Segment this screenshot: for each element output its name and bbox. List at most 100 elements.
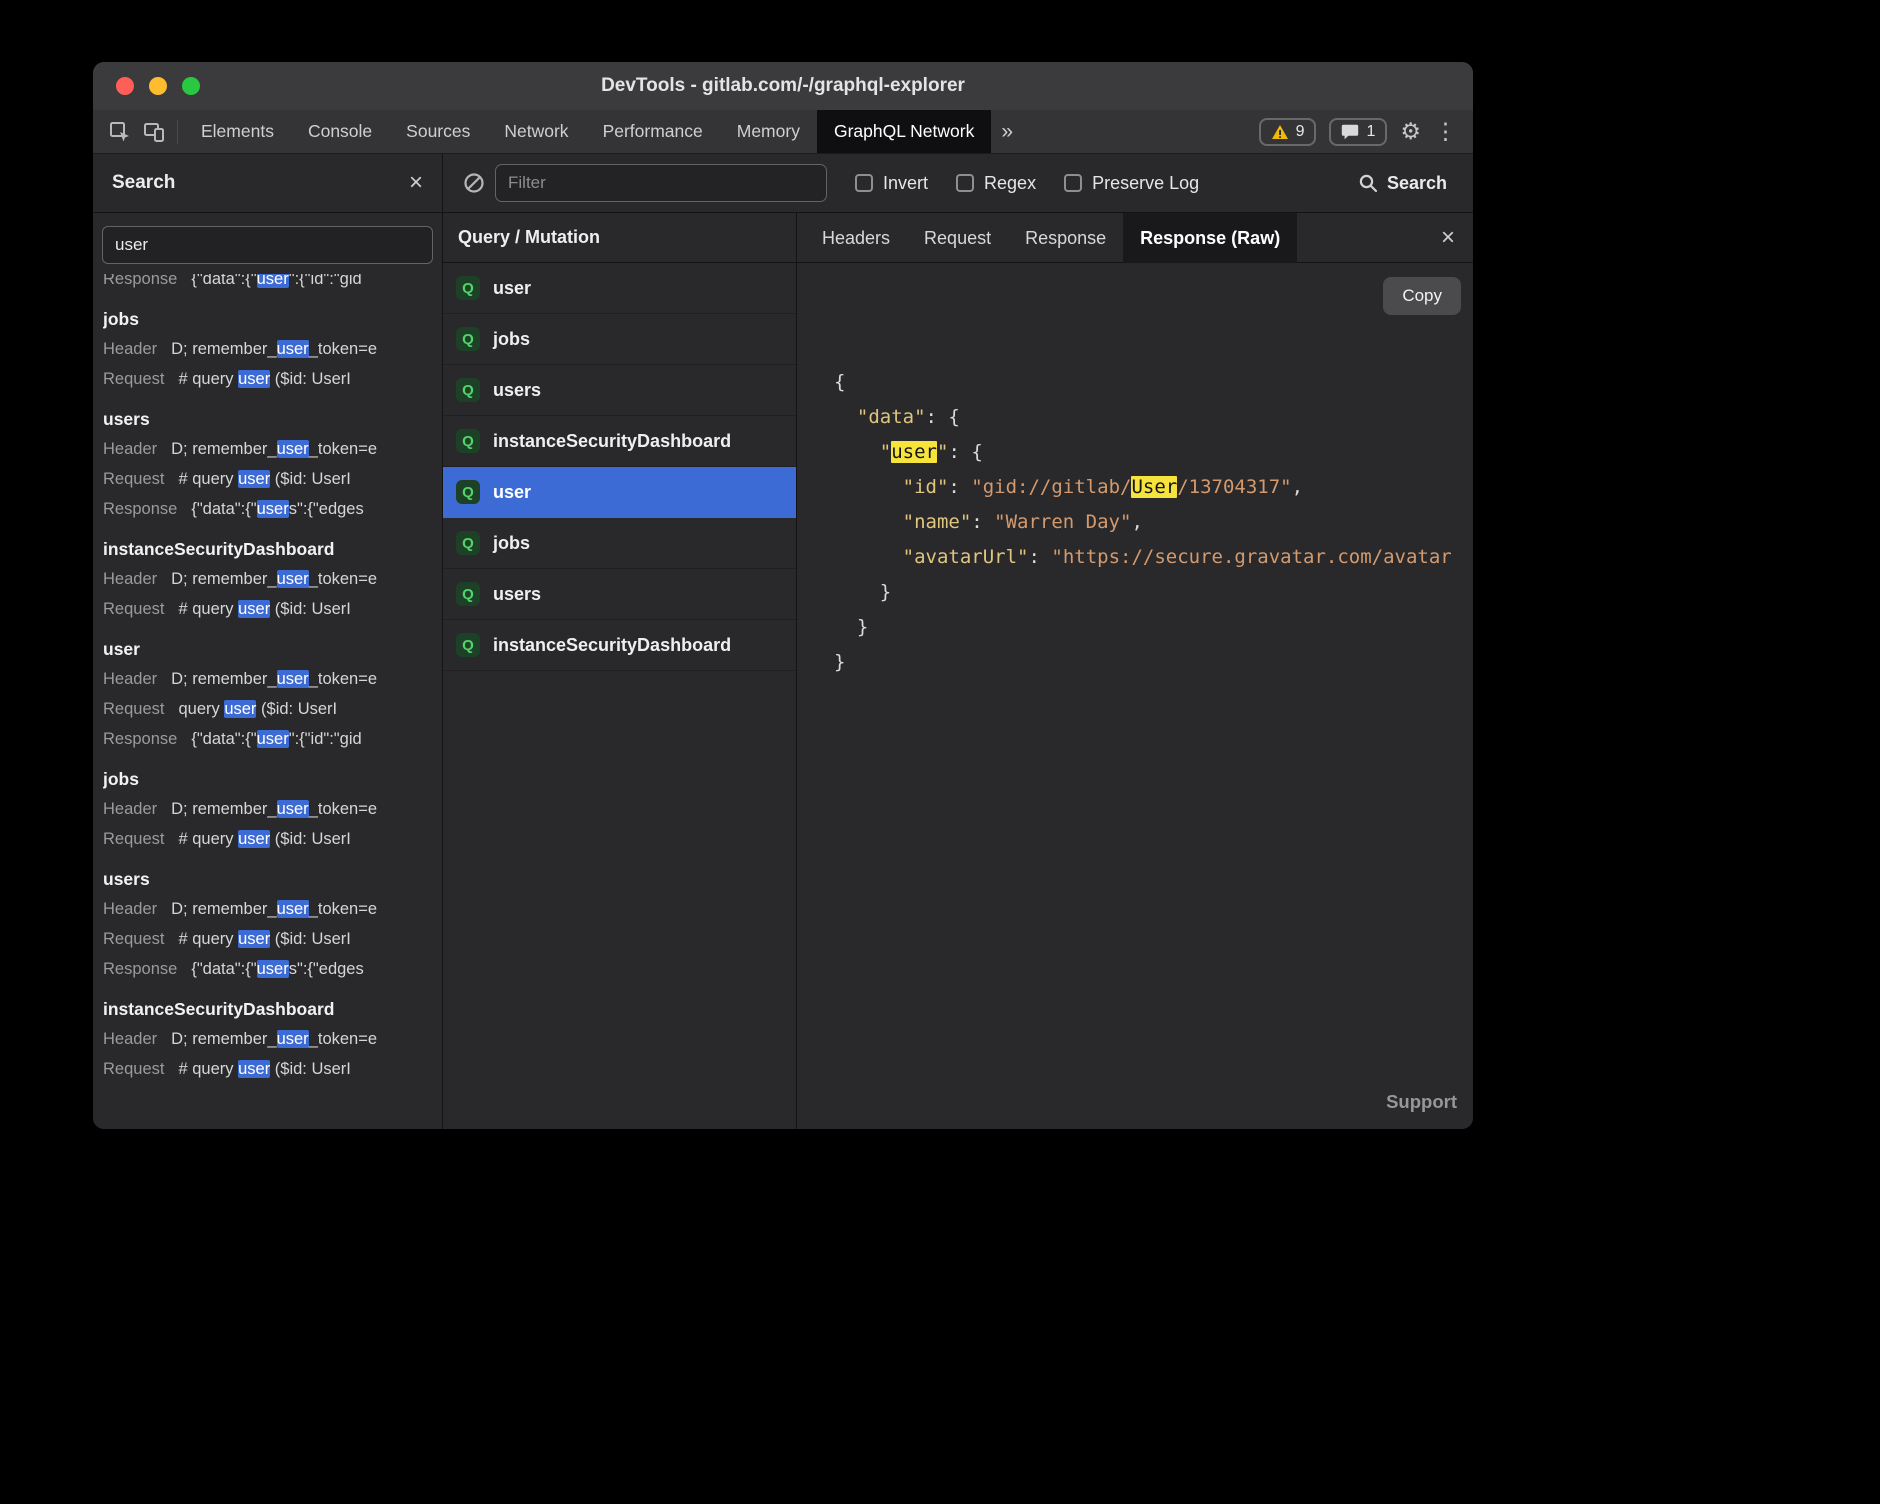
search-result-field-label: Request xyxy=(103,930,164,948)
detail-tab-response[interactable]: Response xyxy=(1008,213,1123,263)
checkbox-regex[interactable]: Regex xyxy=(956,173,1036,194)
search-result-field-label: Request xyxy=(103,470,164,488)
search-result-row[interactable]: Request# query user ($id: UserI xyxy=(103,824,432,854)
detail-tab-response-raw[interactable]: Response (Raw) xyxy=(1123,213,1297,263)
search-result-text: D; remember_user_token=e xyxy=(171,900,377,918)
search-result-row[interactable]: HeaderD; remember_user_token=e xyxy=(103,564,432,594)
kebab-menu-icon[interactable]: ⋮ xyxy=(1434,120,1457,143)
query-label: users xyxy=(493,584,541,605)
query-label: user xyxy=(493,278,531,299)
search-result-row[interactable]: Response{"data":{"users":{"edges xyxy=(103,954,432,984)
search-result-row[interactable]: HeaderD; remember_user_token=e xyxy=(103,664,432,694)
query-list-item[interactable]: Quser xyxy=(443,467,796,518)
zoom-window-button[interactable] xyxy=(182,77,200,95)
query-type-icon: Q xyxy=(456,378,480,402)
query-list-item[interactable]: Qjobs xyxy=(443,314,796,365)
search-result-group-title[interactable]: users xyxy=(103,404,432,434)
checkbox-preserve-log[interactable]: Preserve Log xyxy=(1064,173,1199,194)
minimize-window-button[interactable] xyxy=(149,77,167,95)
inspect-element-icon[interactable] xyxy=(103,110,137,153)
support-link[interactable]: Support xyxy=(1386,1084,1457,1119)
traffic-lights xyxy=(116,62,200,110)
devtools-tab-performance[interactable]: Performance xyxy=(586,110,720,153)
filter-input[interactable] xyxy=(495,164,827,202)
more-tabs-icon[interactable]: » xyxy=(991,110,1023,153)
issues-count: 1 xyxy=(1366,123,1375,141)
search-result-field-label: Request xyxy=(103,370,164,388)
search-result-row[interactable]: HeaderD; remember_user_token=e xyxy=(103,334,432,364)
query-list-item[interactable]: Qusers xyxy=(443,365,796,416)
query-list-item[interactable]: Qusers xyxy=(443,569,796,620)
detail-tab-headers[interactable]: Headers xyxy=(805,213,907,263)
search-result-field-label: Header xyxy=(103,440,157,458)
json-line: "user": { xyxy=(834,435,1473,470)
query-list: QuserQjobsQusersQinstanceSecurityDashboa… xyxy=(443,263,796,1129)
search-result-row[interactable]: Response{"data":{"user":{"id":"gid xyxy=(103,274,432,294)
warnings-badge[interactable]: 9 xyxy=(1259,118,1317,146)
query-list-item[interactable]: QinstanceSecurityDashboard xyxy=(443,416,796,467)
query-list-item[interactable]: Quser xyxy=(443,263,796,314)
network-search-button[interactable]: Search xyxy=(1358,173,1453,194)
search-result-row[interactable]: Response{"data":{"user":{"id":"gid xyxy=(103,724,432,754)
checkbox-label-preserve-log: Preserve Log xyxy=(1092,173,1199,194)
search-result-text: D; remember_user_token=e xyxy=(171,670,377,688)
query-label: instanceSecurityDashboard xyxy=(493,431,731,452)
network-search-label: Search xyxy=(1387,173,1447,194)
search-result-row[interactable]: HeaderD; remember_user_token=e xyxy=(103,434,432,464)
search-result-field-label: Request xyxy=(103,1060,164,1078)
close-search-panel-icon[interactable]: × xyxy=(409,171,423,195)
search-result-group-title[interactable]: instanceSecurityDashboard xyxy=(103,994,432,1024)
devtools-tab-sources[interactable]: Sources xyxy=(389,110,487,153)
warning-count: 9 xyxy=(1296,123,1305,141)
search-result-group-title[interactable]: instanceSecurityDashboard xyxy=(103,534,432,564)
settings-gear-icon[interactable]: ⚙ xyxy=(1400,120,1421,143)
close-window-button[interactable] xyxy=(116,77,134,95)
search-result-row[interactable]: HeaderD; remember_user_token=e xyxy=(103,894,432,924)
devtools-tab-elements[interactable]: Elements xyxy=(184,110,291,153)
detail-tab-request[interactable]: Request xyxy=(907,213,1008,263)
search-result-field-label: Response xyxy=(103,730,177,748)
query-label: jobs xyxy=(493,329,530,350)
search-result-row[interactable]: Request# query user ($id: UserI xyxy=(103,594,432,624)
search-result-row[interactable]: Response{"data":{"users":{"edges xyxy=(103,494,432,524)
checkbox-invert[interactable]: Invert xyxy=(855,173,928,194)
devtools-tab-console[interactable]: Console xyxy=(291,110,389,153)
search-result-row[interactable]: HeaderD; remember_user_token=e xyxy=(103,1024,432,1054)
query-list-item[interactable]: Qjobs xyxy=(443,518,796,569)
search-result-row[interactable]: Requestquery user ($id: UserI xyxy=(103,694,432,724)
search-result-text: # query user ($id: UserI xyxy=(178,600,350,618)
query-type-icon: Q xyxy=(456,327,480,351)
search-result-field-label: Response xyxy=(103,274,177,288)
device-toolbar-icon[interactable] xyxy=(137,110,171,153)
copy-button[interactable]: Copy xyxy=(1383,277,1461,315)
query-label: users xyxy=(493,380,541,401)
checkbox-box-invert[interactable] xyxy=(855,174,873,192)
search-result-group-title[interactable]: user xyxy=(103,634,432,664)
devtools-tab-graphql-network[interactable]: GraphQL Network xyxy=(817,110,991,153)
search-result-row[interactable]: Request# query user ($id: UserI xyxy=(103,364,432,394)
search-input[interactable] xyxy=(102,226,433,264)
toolbar-right-icons: 9 1 ⚙ ⋮ xyxy=(1259,110,1473,153)
query-type-icon: Q xyxy=(456,429,480,453)
devtools-tab-memory[interactable]: Memory xyxy=(720,110,817,153)
filter-checkboxes: Invert Regex Preserve Log xyxy=(855,173,1199,194)
query-type-icon: Q xyxy=(456,480,480,504)
search-result-group-title[interactable]: jobs xyxy=(103,304,432,334)
checkbox-box-regex[interactable] xyxy=(956,174,974,192)
devtools-window: DevTools - gitlab.com/-/graphql-explorer… xyxy=(93,62,1473,1129)
search-result-group-title[interactable]: jobs xyxy=(103,764,432,794)
search-result-row[interactable]: HeaderD; remember_user_token=e xyxy=(103,794,432,824)
query-list-item[interactable]: QinstanceSecurityDashboard xyxy=(443,620,796,671)
search-result-row[interactable]: Request# query user ($id: UserI xyxy=(103,924,432,954)
search-result-text: D; remember_user_token=e xyxy=(171,1030,377,1048)
search-result-group-title[interactable]: users xyxy=(103,864,432,894)
block-requests-icon[interactable] xyxy=(463,172,485,194)
checkbox-box-preserve-log[interactable] xyxy=(1064,174,1082,192)
query-type-icon: Q xyxy=(456,582,480,606)
search-result-row-clipped[interactable]: Response{"data":{"user":{"id":"gid xyxy=(103,274,432,294)
search-result-row[interactable]: Request# query user ($id: UserI xyxy=(103,464,432,494)
devtools-tab-network[interactable]: Network xyxy=(487,110,585,153)
issues-badge[interactable]: 1 xyxy=(1329,118,1387,146)
close-detail-panel-icon[interactable]: × xyxy=(1423,213,1473,262)
search-result-row[interactable]: Request# query user ($id: UserI xyxy=(103,1054,432,1084)
